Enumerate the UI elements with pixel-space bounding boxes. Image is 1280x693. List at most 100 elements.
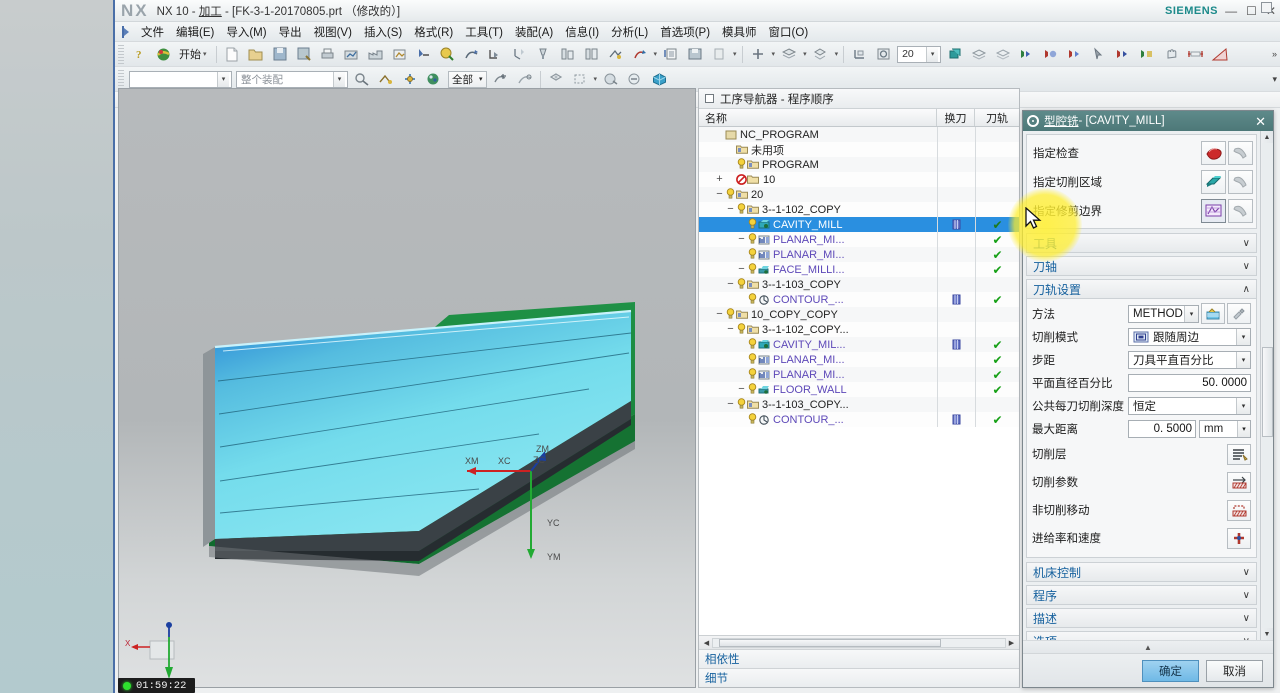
bulb-icon[interactable] xyxy=(747,337,758,352)
tree-node[interactable]: PLANAR_MI... xyxy=(699,367,937,382)
column-tool-change[interactable]: 换刀 xyxy=(937,109,975,126)
feeds-speeds-button[interactable] xyxy=(1227,527,1251,549)
table-row[interactable]: − FACE_MILLI... ✔ xyxy=(699,262,1019,277)
chevron-down-icon-machine[interactable]: ∨ xyxy=(1243,567,1250,578)
move-to-layer-icon[interactable] xyxy=(810,44,832,65)
layer-number-combo[interactable]: 20 ▾ xyxy=(897,45,942,63)
tree-node[interactable]: − 10_COPY_COPY xyxy=(699,307,937,322)
simulate-icon[interactable] xyxy=(629,44,651,65)
pan-hand-icon[interactable] xyxy=(1160,44,1182,65)
chevron-down-icon-pattern[interactable]: ▾ xyxy=(1236,328,1250,345)
expander-toggle-icon[interactable]: + xyxy=(714,174,725,185)
column-toolpath[interactable]: 刀轨 xyxy=(975,109,1019,126)
tree-node[interactable]: PLANAR_MI... xyxy=(699,247,937,262)
bulb-icon[interactable] xyxy=(736,202,747,217)
table-row[interactable]: − PLANAR_MI... ✔ xyxy=(699,232,1019,247)
help-icon[interactable]: ? xyxy=(128,44,150,65)
tree-node[interactable]: CAVITY_MILL xyxy=(699,217,937,232)
open-file-icon[interactable] xyxy=(245,44,267,65)
max-distance-unit-combo[interactable]: mm ▾ xyxy=(1199,419,1251,438)
tree-node[interactable]: − 3--1-102_COPY... xyxy=(699,322,937,337)
menu-item-import[interactable]: 导入(M) xyxy=(220,22,272,42)
machine-axis-icon[interactable] xyxy=(557,44,579,65)
table-row[interactable]: PLANAR_MI... ✔ xyxy=(699,352,1019,367)
expander-toggle-icon[interactable]: − xyxy=(736,234,747,245)
dialog-close-button[interactable]: ✕ xyxy=(1252,115,1269,128)
toolbar-overflow-button-2[interactable]: ▾ xyxy=(1272,74,1277,85)
expander-toggle-icon[interactable]: − xyxy=(725,399,736,410)
wcs-icon[interactable] xyxy=(848,44,870,65)
menu-item-analysis[interactable]: 分析(L) xyxy=(605,22,654,42)
chevron-down-icon-options[interactable]: ∨ xyxy=(1243,636,1250,641)
chevron-down-icon[interactable]: ▾ xyxy=(654,50,658,58)
navigator-tree[interactable]: NC_PROGRAM 未用项 PROGRAM +10 − 20 − 3--1-102_COPY… xyxy=(699,127,1019,635)
scroll-left-icon[interactable]: ◀ xyxy=(701,639,712,647)
menu-item-assemblies[interactable]: 装配(A) xyxy=(509,22,559,42)
snap-types-icon[interactable] xyxy=(399,69,421,90)
machine-group-icon[interactable] xyxy=(581,44,603,65)
hscroll-thumb[interactable] xyxy=(719,638,941,647)
factory-icon[interactable] xyxy=(365,44,387,65)
chevron-down-icon-8[interactable]: ▾ xyxy=(333,71,345,87)
dialog-title-bar[interactable]: 型腔铣 - [CAVITY_MILL] ✕ xyxy=(1023,111,1273,131)
chevron-down-icon-6[interactable]: ▾ xyxy=(926,46,939,62)
unblank-icon[interactable] xyxy=(624,69,646,90)
expander-toggle-icon[interactable]: − xyxy=(725,324,736,335)
menu-item-view[interactable]: 视图(V) xyxy=(308,22,358,42)
navigator-hscrollbar[interactable]: ◀ ▶ xyxy=(699,635,1019,649)
table-row[interactable]: PROGRAM xyxy=(699,157,1019,172)
section-options[interactable]: 选项 ∨ xyxy=(1026,631,1257,640)
expander-toggle-icon[interactable]: − xyxy=(736,264,747,275)
table-row[interactable]: − 3--1-102_COPY... xyxy=(699,322,1019,337)
shaded-icon[interactable] xyxy=(968,44,990,65)
bulb-icon[interactable] xyxy=(747,367,758,382)
bulb-icon[interactable] xyxy=(747,232,758,247)
render-style-icon[interactable] xyxy=(944,44,966,65)
table-row[interactable]: CONTOUR_... ✔ xyxy=(699,412,1019,427)
save-icon[interactable] xyxy=(269,44,291,65)
bulb-icon[interactable] xyxy=(747,262,758,277)
chevron-down-icon-unit[interactable]: ▾ xyxy=(1237,420,1250,437)
common-depth-combo[interactable]: 恒定 ▾ xyxy=(1128,396,1251,415)
tree-node[interactable]: CONTOUR_... xyxy=(699,412,937,427)
menu-item-moldwizard[interactable]: 模具师 xyxy=(716,22,763,42)
expander-toggle-icon[interactable]: − xyxy=(714,189,725,200)
verify-toolpath-icon[interactable] xyxy=(485,44,507,65)
section-tool-axis[interactable]: 刀轴 ∨ xyxy=(1026,256,1257,276)
start-menu-button[interactable]: 开始 ▾ xyxy=(175,45,213,63)
chevron-down-icon-method[interactable]: ▾ xyxy=(1184,305,1198,322)
wireframe-icon[interactable] xyxy=(992,44,1014,65)
chevron-down-icon-7[interactable]: ▾ xyxy=(217,71,229,87)
tool-path-transform-icon[interactable] xyxy=(605,44,627,65)
chevron-down-icon-3[interactable]: ▾ xyxy=(772,50,776,58)
dynamic-wcs-icon[interactable] xyxy=(872,44,894,65)
bulb-icon[interactable] xyxy=(747,292,758,307)
chevron-down-icon-description[interactable]: ∨ xyxy=(1243,613,1250,624)
toolbar-overflow-button[interactable]: » xyxy=(1272,49,1277,59)
bulb-icon[interactable] xyxy=(725,307,736,322)
cut-region-icon[interactable] xyxy=(1201,169,1226,194)
trim-boundary-icon[interactable] xyxy=(1201,198,1226,223)
cut-pattern-combo[interactable]: 跟随周边 ▾ xyxy=(1128,327,1251,346)
bulb-icon[interactable] xyxy=(736,397,747,412)
create-operation-icon[interactable] xyxy=(413,44,435,65)
tree-node[interactable]: NC_PROGRAM xyxy=(699,129,937,141)
graphics-viewport[interactable]: XM XC YC YM ZM ZC X xyxy=(118,88,696,688)
bulb-icon[interactable] xyxy=(736,322,747,337)
view-select-icon[interactable] xyxy=(1088,44,1110,65)
tree-node[interactable]: − FLOOR_WALL xyxy=(699,382,937,397)
new-method-button[interactable] xyxy=(1227,303,1251,324)
edit-method-button[interactable] xyxy=(1201,303,1225,324)
selection-filter-icon[interactable] xyxy=(351,69,373,90)
method-combo[interactable]: METHOD ▾ xyxy=(1128,304,1199,323)
menu-item-window[interactable]: 窗口(O) xyxy=(763,22,815,42)
expander-toggle-icon[interactable]: − xyxy=(725,204,736,215)
menu-item-edit[interactable]: 编辑(E) xyxy=(170,22,220,42)
snap-surface-icon[interactable] xyxy=(514,69,536,90)
bulb-icon[interactable] xyxy=(747,382,758,397)
chevron-down-icon-4[interactable]: ▾ xyxy=(803,50,807,58)
tree-node[interactable]: − 3--1-103_COPY... xyxy=(699,397,937,412)
chevron-up-icon-path[interactable]: ∧ xyxy=(1243,284,1250,295)
table-row[interactable]: CAVITY_MIL... ✔ xyxy=(699,337,1019,352)
tree-node[interactable]: − PLANAR_MI... xyxy=(699,232,937,247)
